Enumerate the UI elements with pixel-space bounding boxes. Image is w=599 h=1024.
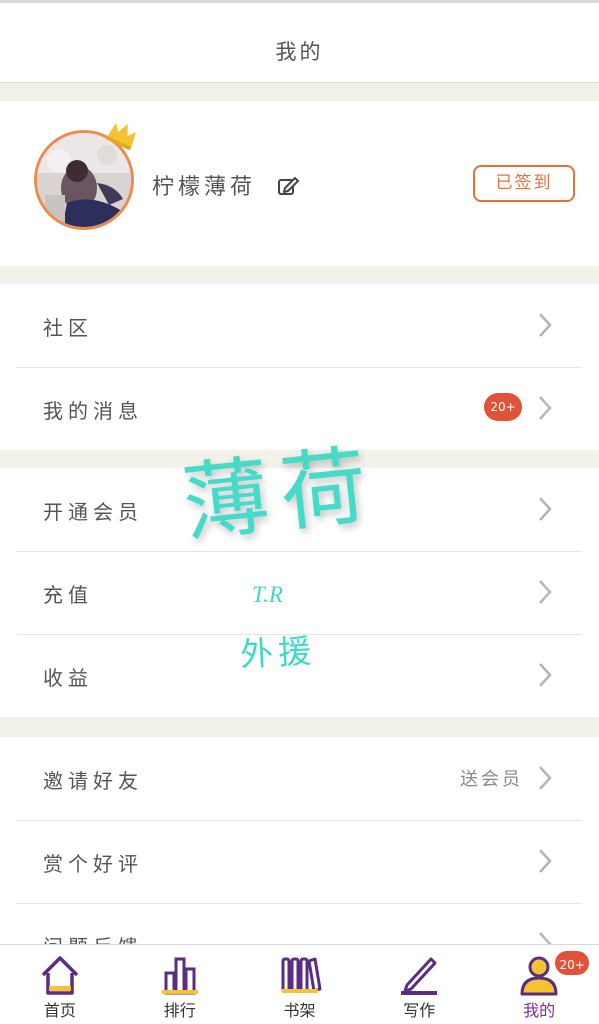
menu-group-3: 邀请好友 送会员 赏个好评 问题反馈 <box>0 737 599 944</box>
tab-home[interactable]: 首页 <box>0 945 120 1024</box>
tab-label: 首页 <box>43 1001 76 1020</box>
menu-item-label: 收益 <box>43 666 93 690</box>
tab-label: 我的 <box>523 1001 556 1020</box>
invite-reward-text: 送会员 <box>460 769 523 790</box>
profile-card[interactable]: 柠檬薄荷 已签到 <box>0 101 599 266</box>
menu-item-label: 邀请好友 <box>43 769 143 793</box>
unread-badge: 20+ <box>484 393 522 421</box>
menu-item-label: 充值 <box>43 583 93 607</box>
tab-write[interactable]: 写作 <box>359 945 479 1024</box>
chevron-right-icon <box>539 663 552 687</box>
menu-item-earnings[interactable]: 收益 <box>0 634 599 717</box>
menu-item-messages[interactable]: 我的消息 20+ <box>0 367 599 450</box>
tab-badge: 20+ <box>553 949 592 977</box>
edit-icon[interactable] <box>277 175 299 197</box>
crown-icon <box>106 123 136 150</box>
bookshelf-icon <box>281 957 322 993</box>
menu-item-invite[interactable]: 邀请好友 送会员 <box>0 737 599 820</box>
chevron-right-icon <box>539 313 552 337</box>
tab-label: 书架 <box>283 1001 316 1020</box>
ranking-icon <box>161 957 198 995</box>
menu-item-label: 赏个好评 <box>43 852 143 876</box>
menu-item-label: 开通会员 <box>43 500 143 524</box>
tab-ranking[interactable]: 排行 <box>120 945 240 1024</box>
tab-label: 排行 <box>163 1001 196 1020</box>
page-title: 我的 <box>275 40 324 64</box>
top-bar: 我的 <box>0 0 599 83</box>
avatar-container[interactable] <box>34 123 136 232</box>
menu-item-rate[interactable]: 赏个好评 <box>0 820 599 903</box>
menu-item-recharge[interactable]: 充值 <box>0 551 599 634</box>
menu-group-2: 开通会员 充值 收益 <box>0 468 599 717</box>
menu-group-1: 社区 我的消息 20+ <box>0 284 599 450</box>
page: 我的 柠檬薄荷 已签到 社区 我的消息 20+ 开通会员 充值 收益 邀请好友 … <box>0 0 599 1024</box>
menu-item-membership[interactable]: 开通会员 <box>0 468 599 551</box>
menu-item-community[interactable]: 社区 <box>0 284 599 367</box>
tab-bookshelf[interactable]: 书架 <box>240 945 360 1024</box>
menu-item-label: 问题反馈 <box>43 931 143 944</box>
tab-label: 写作 <box>403 1001 436 1020</box>
username: 柠檬薄荷 <box>152 175 257 200</box>
chevron-right-icon <box>539 580 552 604</box>
chevron-right-icon <box>539 396 552 420</box>
tab-profile[interactable]: 20+ 我的 <box>479 945 599 1024</box>
home-icon <box>41 956 79 995</box>
chevron-right-icon <box>539 766 552 790</box>
menu-item-label: 我的消息 <box>43 399 143 423</box>
chevron-right-icon <box>539 932 552 944</box>
chevron-right-icon <box>539 849 552 873</box>
menu-item-feedback[interactable]: 问题反馈 <box>0 903 599 944</box>
pen-icon <box>401 957 438 995</box>
bottom-tab-bar: 首页 排行 书架 写作 20+ 我的 <box>0 944 599 1024</box>
checkin-button[interactable]: 已签到 <box>473 165 575 202</box>
chevron-right-icon <box>539 497 552 521</box>
status-divider <box>0 0 599 3</box>
menu-item-label: 社区 <box>43 316 93 340</box>
